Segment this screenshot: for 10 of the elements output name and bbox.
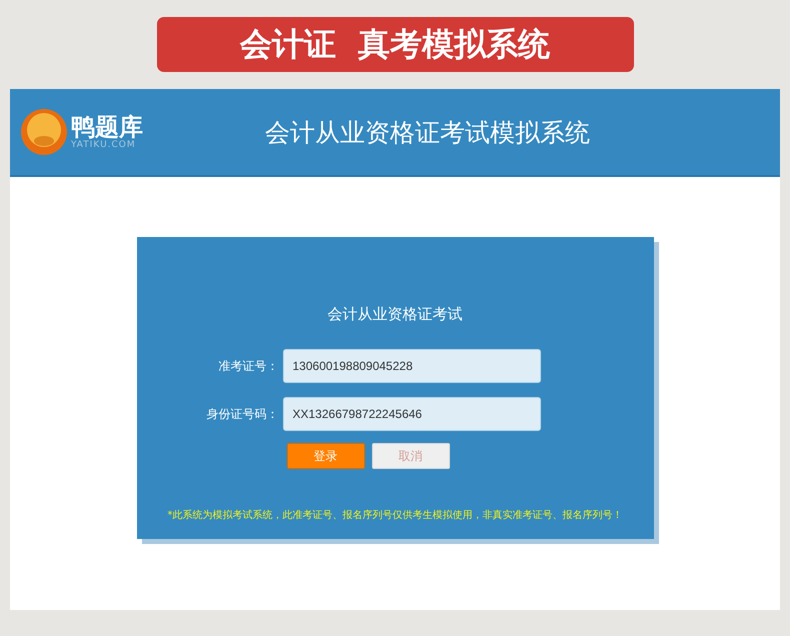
logo-domain: YATIKU.COM <box>71 140 136 150</box>
site-title: 会计从业资格证考试模拟系统 <box>265 116 590 148</box>
notice-text: *此系统为模拟考试系统，此准考证号、报名序列号仅供考生模拟使用，非真实准考证号、报名序列号！ <box>166 509 624 522</box>
field-label: 准考证号： <box>218 358 280 374</box>
field-label: 身份证号码： <box>206 406 280 422</box>
login-title: 会计从业资格证考试 <box>328 305 462 324</box>
input-field[interactable]: 130600198809045228 <box>282 349 540 383</box>
input-field[interactable]: XX13266798722245646 <box>282 397 540 431</box>
banner-title: 会计证 真考模拟系统 <box>156 17 634 72</box>
logo-name: 鸭题库 <box>71 114 143 140</box>
